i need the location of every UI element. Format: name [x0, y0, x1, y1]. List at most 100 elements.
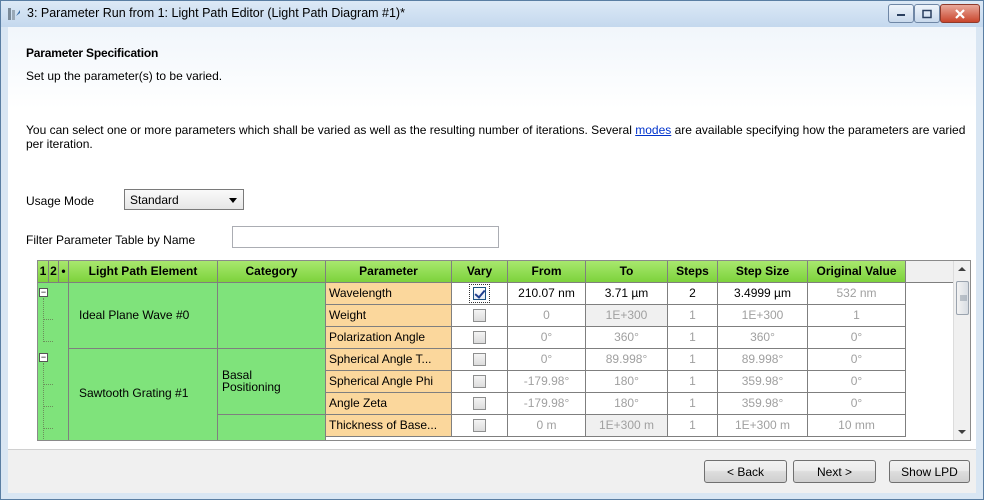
vary-checkbox[interactable]: [473, 375, 486, 388]
usage-mode-label: Usage Mode: [26, 194, 95, 208]
collapse-icon[interactable]: −: [39, 288, 48, 297]
cell-original[interactable]: 1: [808, 305, 906, 327]
cell-to[interactable]: 3.71 µm: [586, 283, 668, 305]
grip-icon: [960, 295, 967, 301]
tree-connector: [43, 298, 44, 342]
page-subtitle: Set up the parameter(s) to be varied.: [26, 69, 223, 83]
cell-from[interactable]: 0: [508, 305, 586, 327]
cell-parameter: Thickness of Base...: [326, 415, 452, 437]
cell-vary: [452, 415, 508, 437]
close-button[interactable]: [940, 4, 980, 23]
category-cell: [218, 415, 326, 440]
cell-to[interactable]: 1E+300 m: [586, 415, 668, 437]
minimize-button[interactable]: [888, 4, 914, 23]
cell-from[interactable]: -179.98°: [508, 371, 586, 393]
cell-original[interactable]: 0°: [808, 349, 906, 371]
cell-steps[interactable]: 1: [668, 415, 718, 437]
cell-steps[interactable]: 1: [668, 371, 718, 393]
usage-mode-select[interactable]: Standard: [124, 189, 244, 210]
cell-step-size[interactable]: 3.4999 µm: [718, 283, 808, 305]
column-header-to[interactable]: To: [586, 261, 668, 283]
cell-from[interactable]: -179.98°: [508, 393, 586, 415]
cell-steps[interactable]: 1: [668, 305, 718, 327]
column-header-vary[interactable]: Vary: [452, 261, 508, 283]
cell-steps[interactable]: 1: [668, 393, 718, 415]
cell-vary: [452, 305, 508, 327]
parameter-run-icon: [8, 8, 20, 20]
column-header-steps[interactable]: Steps: [668, 261, 718, 283]
column-header-category[interactable]: Category: [218, 261, 326, 283]
scrollbar-thumb[interactable]: [956, 281, 969, 315]
vary-checkbox[interactable]: [473, 353, 486, 366]
column-header-step-size[interactable]: Step Size: [718, 261, 808, 283]
modes-link[interactable]: modes: [635, 123, 671, 137]
cell-to[interactable]: 360°: [586, 327, 668, 349]
cell-step-size[interactable]: 1E+300: [718, 305, 808, 327]
cell-from[interactable]: 210.07 nm: [508, 283, 586, 305]
cell-original[interactable]: 0°: [808, 371, 906, 393]
tree-connector: [43, 363, 44, 440]
column-header-light-path-element[interactable]: Light Path Element: [69, 261, 218, 283]
vary-checkbox[interactable]: [473, 331, 486, 344]
usage-mode-value: Standard: [130, 193, 179, 207]
cell-from[interactable]: 0°: [508, 327, 586, 349]
wizard-header: [8, 27, 976, 109]
vertical-scrollbar[interactable]: [953, 261, 970, 440]
cell-vary: [452, 349, 508, 371]
description-text: You can select one or more parameters wh…: [26, 123, 966, 151]
cell-original[interactable]: 0°: [808, 327, 906, 349]
column-header-bullet[interactable]: •: [59, 261, 69, 283]
cell-steps[interactable]: 1: [668, 327, 718, 349]
vary-checkbox[interactable]: [473, 419, 486, 432]
cell-steps[interactable]: 2: [668, 283, 718, 305]
cell-parameter: Spherical Angle T...: [326, 349, 452, 371]
minimize-icon: [897, 13, 905, 16]
page-title: Parameter Specification: [26, 46, 159, 60]
column-header-original-value[interactable]: Original Value: [808, 261, 906, 283]
scroll-down-button[interactable]: [954, 423, 970, 440]
cell-steps[interactable]: 1: [668, 349, 718, 371]
window-title: 3: Parameter Run from 1: Light Path Edit…: [27, 6, 405, 20]
column-header-1[interactable]: 1: [38, 261, 49, 283]
vary-checkbox[interactable]: [473, 397, 486, 410]
cell-step-size[interactable]: 89.998°: [718, 349, 808, 371]
column-header-2[interactable]: 2: [49, 261, 59, 283]
column-header-parameter[interactable]: Parameter: [326, 261, 452, 283]
cell-parameter: Wavelength: [326, 283, 452, 305]
vary-checkbox[interactable]: [473, 309, 486, 322]
wizard-footer: < Back Next > Show LPD: [8, 449, 976, 493]
scroll-up-button[interactable]: [954, 261, 970, 278]
cell-original[interactable]: 532 nm: [808, 283, 906, 305]
show-lpd-button[interactable]: Show LPD: [889, 460, 970, 483]
cell-original[interactable]: 0°: [808, 393, 906, 415]
cell-original[interactable]: 10 mm: [808, 415, 906, 437]
focus-rectangle: [469, 284, 490, 303]
back-button[interactable]: < Back: [704, 460, 787, 483]
cell-to[interactable]: 89.998°: [586, 349, 668, 371]
cell-from[interactable]: 0 m: [508, 415, 586, 437]
column-header-from[interactable]: From: [508, 261, 586, 283]
cell-parameter: Weight: [326, 305, 452, 327]
tree-branch: [43, 406, 53, 407]
filter-input[interactable]: [232, 226, 499, 248]
cell-vary: [452, 283, 508, 305]
cell-to[interactable]: 180°: [586, 371, 668, 393]
scroll-up-icon: [958, 267, 966, 271]
cell-parameter: Angle Zeta: [326, 393, 452, 415]
cell-step-size[interactable]: 360°: [718, 327, 808, 349]
element-name: Sawtooth Grating #1: [79, 386, 189, 400]
maximize-button[interactable]: [914, 4, 940, 23]
tree-branch: [43, 428, 53, 429]
cell-step-size[interactable]: 359.98°: [718, 371, 808, 393]
cell-parameter: Spherical Angle Phi: [326, 371, 452, 393]
cell-to[interactable]: 180°: [586, 393, 668, 415]
cell-step-size[interactable]: 1E+300 m: [718, 415, 808, 437]
cell-to[interactable]: 1E+300: [586, 305, 668, 327]
cell-from[interactable]: 0°: [508, 349, 586, 371]
collapse-icon[interactable]: −: [39, 353, 48, 362]
title-bar[interactable]: 3: Parameter Run from 1: Light Path Edit…: [1, 1, 983, 27]
tree-branch: [43, 341, 53, 342]
next-button[interactable]: Next >: [793, 460, 876, 483]
cell-step-size[interactable]: 359.98°: [718, 393, 808, 415]
cell-vary: [452, 327, 508, 349]
